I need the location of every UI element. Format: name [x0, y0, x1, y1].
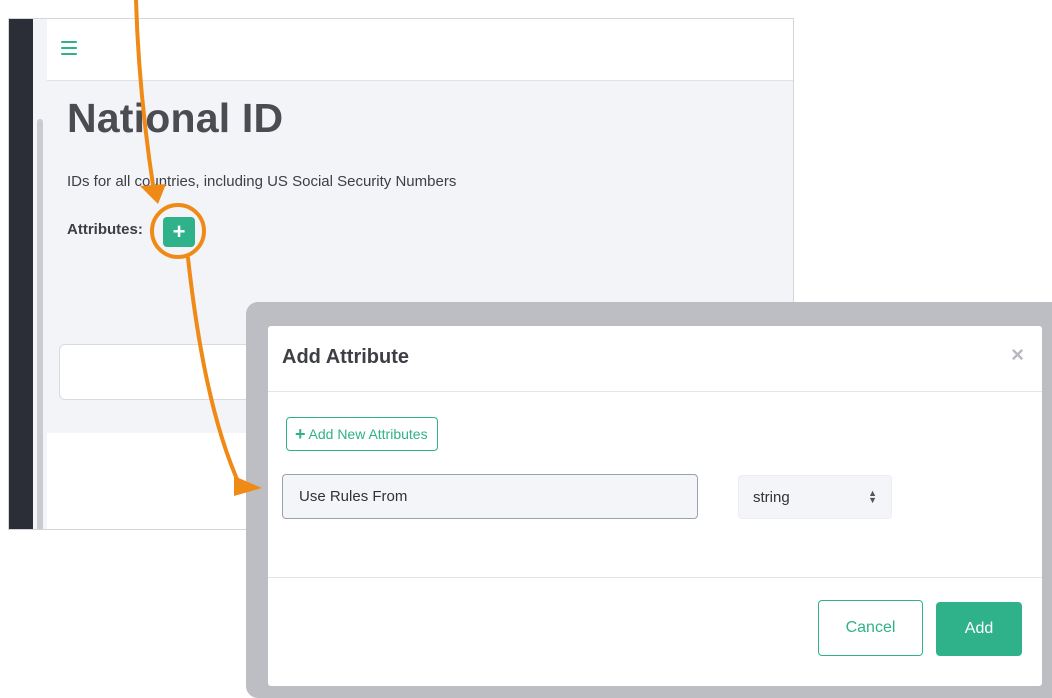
modal-header: Add Attribute ×	[268, 326, 1042, 392]
page-title: National ID	[67, 95, 284, 141]
select-arrows-icon: ▲ ▼	[868, 488, 877, 505]
add-new-attributes-label: Add New Attributes	[308, 426, 428, 442]
page-subtitle: IDs for all countries, including US Soci…	[67, 173, 457, 190]
modal-footer-divider	[268, 577, 1042, 578]
scrollbar[interactable]	[37, 119, 43, 529]
add-attribute-modal: Add Attribute × + Add New Attributes str…	[268, 326, 1042, 686]
attribute-type-select[interactable]: string ▲ ▼	[738, 475, 892, 519]
add-new-attributes-button[interactable]: + Add New Attributes	[286, 417, 438, 451]
cancel-button[interactable]: Cancel	[818, 600, 923, 656]
highlight-circle	[150, 203, 206, 259]
add-button[interactable]: Add	[936, 602, 1022, 656]
attribute-type-value: string	[753, 488, 790, 506]
top-bar	[47, 19, 793, 81]
hamburger-menu-icon[interactable]	[61, 41, 77, 55]
modal-title: Add Attribute	[282, 346, 410, 368]
close-icon[interactable]: ×	[1011, 342, 1024, 368]
left-sidebar	[9, 19, 33, 529]
attributes-label: Attributes:	[67, 221, 143, 238]
plus-icon: +	[295, 424, 306, 444]
attribute-name-input[interactable]	[282, 474, 698, 519]
